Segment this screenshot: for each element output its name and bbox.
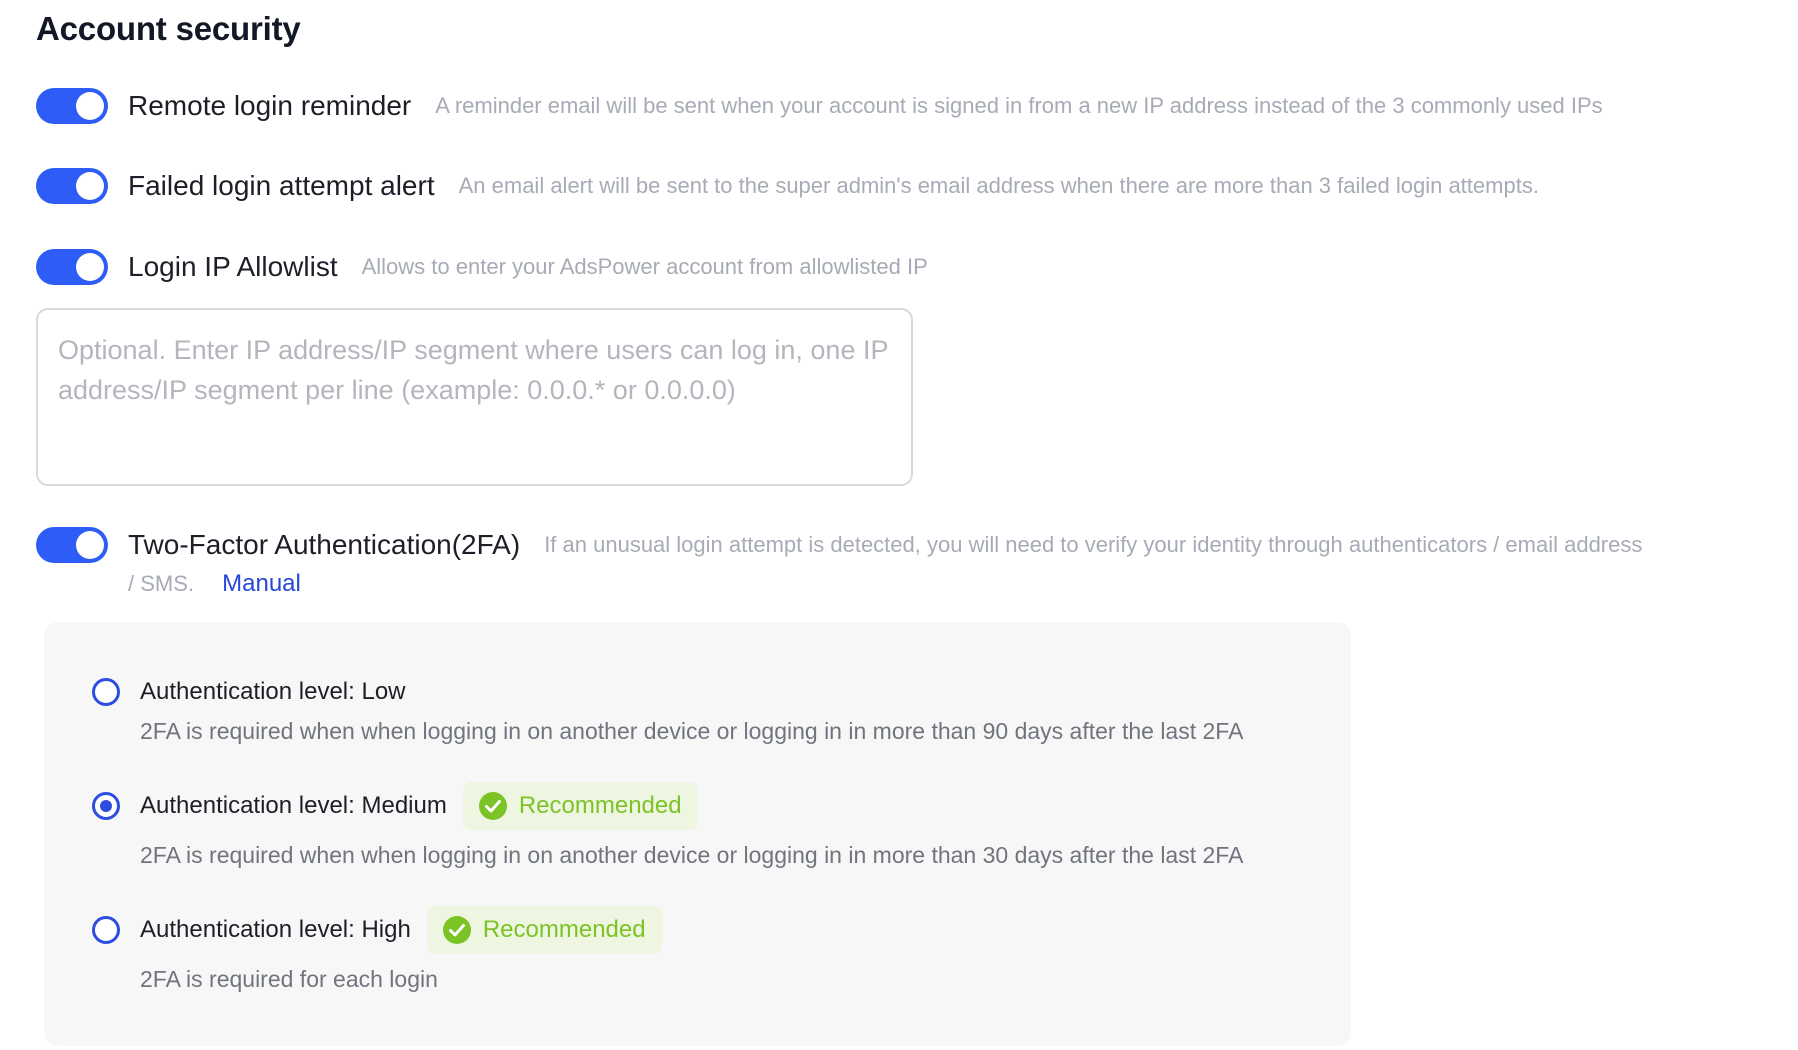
auth-level-option-low[interactable]: Authentication level: Low — [92, 678, 406, 706]
auth-level-label: Authentication level: Low — [140, 678, 406, 705]
setting-failed-login-alert: Failed login attempt alert An email aler… — [36, 168, 1539, 204]
two-factor-description-continued: / SMS. Manual — [128, 570, 301, 598]
auth-level-radio-high[interactable] — [92, 916, 120, 944]
auth-level-label: Authentication level: Medium — [140, 792, 447, 819]
auth-level-description: 2FA is required when when logging in on … — [140, 718, 1244, 744]
manual-link[interactable]: Manual — [222, 570, 301, 597]
setting-description-cont: / SMS. — [128, 571, 195, 596]
toggle-knob — [76, 172, 104, 200]
ip-allowlist-input[interactable] — [36, 308, 913, 486]
remote-login-reminder-toggle[interactable] — [36, 88, 108, 124]
auth-level-panel: Authentication level: Low 2FA is require… — [44, 622, 1351, 1046]
setting-label: Failed login attempt alert — [128, 170, 435, 201]
setting-description: An email alert will be sent to the super… — [458, 173, 1539, 198]
recommended-badge: Recommended — [462, 782, 698, 830]
toggle-knob — [76, 253, 104, 281]
auth-level-option-medium[interactable]: Authentication level: Medium Recommended — [92, 782, 698, 830]
setting-label: Remote login reminder — [128, 90, 412, 121]
auth-level-description: 2FA is required when when logging in on … — [140, 842, 1244, 868]
toggle-knob — [76, 92, 104, 120]
setting-remote-login-reminder: Remote login reminder A reminder email w… — [36, 88, 1603, 124]
setting-login-ip-allowlist: Login IP Allowlist Allows to enter your … — [36, 249, 928, 285]
setting-two-factor-auth: Two-Factor Authentication(2FA) If an unu… — [36, 527, 1642, 563]
auth-level-radio-medium[interactable] — [92, 792, 120, 820]
login-ip-allowlist-toggle[interactable] — [36, 249, 108, 285]
two-factor-auth-toggle[interactable] — [36, 527, 108, 563]
setting-description: If an unusual login attempt is detected,… — [544, 532, 1643, 557]
auth-level-label: Authentication level: High — [140, 916, 411, 943]
auth-level-radio-low[interactable] — [92, 678, 120, 706]
check-circle-icon — [442, 916, 471, 944]
toggle-knob — [76, 531, 104, 559]
setting-description: A reminder email will be sent when your … — [435, 93, 1603, 118]
setting-label: Login IP Allowlist — [128, 251, 338, 282]
auth-level-description: 2FA is required for each login — [140, 966, 438, 992]
auth-level-option-high[interactable]: Authentication level: High Recommended — [92, 906, 662, 954]
setting-label: Two-Factor Authentication(2FA) — [128, 529, 521, 560]
badge-label: Recommended — [482, 916, 646, 943]
recommended-badge: Recommended — [426, 906, 662, 954]
check-circle-icon — [478, 792, 507, 820]
page-title: Account security — [36, 10, 301, 47]
failed-login-alert-toggle[interactable] — [36, 168, 108, 204]
badge-label: Recommended — [518, 792, 682, 819]
setting-description: Allows to enter your AdsPower account fr… — [361, 254, 928, 279]
